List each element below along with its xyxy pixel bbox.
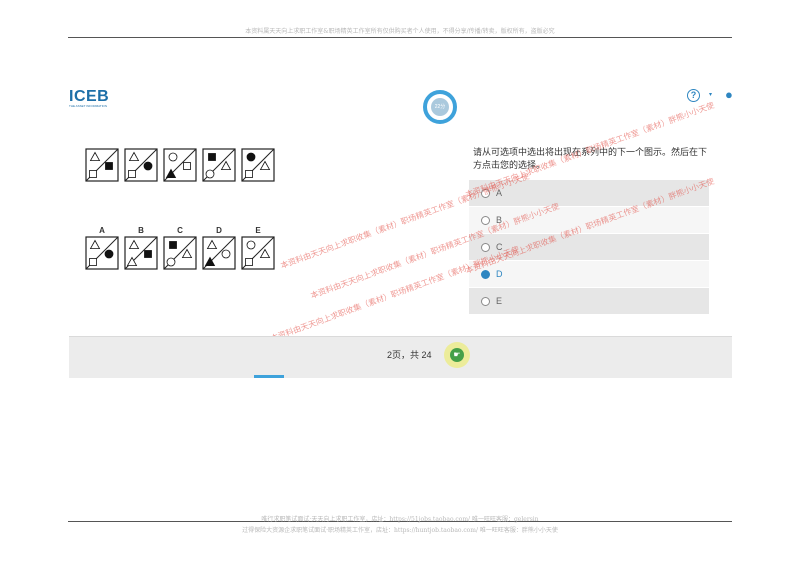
answer-letter: A [99, 226, 105, 235]
timer-ring: 22分 [423, 90, 457, 124]
square-open-shape [89, 258, 97, 266]
square-open-shape [183, 162, 191, 170]
answer-figure[interactable]: B [124, 226, 158, 270]
progress-bar [254, 375, 284, 378]
square-filled-shape [208, 153, 216, 161]
page-indicator: 2页，共 24 [387, 350, 432, 360]
test-screenshot: ICEB THE ASSET INFORMATION 22分 ? ▾ ● ABC… [69, 86, 732, 378]
option-label: D [496, 269, 503, 279]
circle-filled-shape [246, 152, 256, 162]
option-label: E [496, 296, 503, 306]
figure-box [85, 236, 119, 270]
series-row [85, 148, 275, 182]
timer-label: 22分 [431, 98, 449, 116]
header-rule [68, 37, 732, 38]
series-figure [85, 148, 119, 182]
square-open-shape [89, 170, 97, 178]
answer-figure[interactable]: A [85, 226, 119, 270]
circle-open-shape [205, 169, 215, 179]
figure-box [163, 148, 197, 182]
answer-letter: D [216, 226, 222, 235]
figure-box [124, 148, 158, 182]
series-figure [163, 148, 197, 182]
figure-box [85, 148, 119, 182]
series-figure [124, 148, 158, 182]
radio-button[interactable] [481, 242, 490, 252]
square-filled-shape [105, 162, 113, 170]
answer-figure[interactable]: E [241, 226, 275, 270]
figure-box [202, 236, 236, 270]
radio-button[interactable] [481, 296, 490, 306]
user-icon[interactable]: ● [725, 87, 732, 102]
answer-figure[interactable]: C [163, 226, 197, 270]
circle-filled-shape [104, 249, 114, 259]
answer-letter: C [177, 226, 183, 235]
figure-box [202, 148, 236, 182]
option-d[interactable]: D [469, 261, 709, 288]
circle-open-shape [166, 257, 176, 267]
square-open-shape [245, 170, 253, 178]
answer-figure[interactable]: D [202, 226, 236, 270]
square-filled-shape [169, 241, 177, 249]
figure-box [241, 236, 275, 270]
series-figure [241, 148, 275, 182]
answer-letter: B [138, 226, 144, 235]
square-open-shape [245, 258, 253, 266]
circle-open-shape [221, 249, 231, 259]
square-filled-shape [144, 250, 152, 258]
answer-letter: E [255, 226, 261, 235]
figure-box [241, 148, 275, 182]
square-open-shape [128, 170, 136, 178]
hand-cursor-icon: ☛ [453, 350, 461, 359]
document-footer-line2: 过得保险大资源企求职笔试面试·职场精英工作室，店址：https://huntjo… [242, 527, 558, 534]
radio-button[interactable] [481, 215, 490, 225]
figure-box [124, 236, 158, 270]
chevron-down-icon[interactable]: ▾ [709, 91, 712, 98]
series-figure [202, 148, 236, 182]
next-button[interactable]: ☛ [450, 348, 464, 362]
help-icon[interactable]: ? [687, 89, 700, 102]
figure-box [163, 236, 197, 270]
option-e[interactable]: E [469, 288, 709, 315]
circle-filled-shape [143, 161, 153, 171]
document-header: 本资料属天天向上求职工作室&职场精英工作室所有仅供购买者个人使用，不得分享/传播… [245, 28, 555, 35]
logo-subtext: THE ASSET INFORMATION [69, 104, 108, 108]
document-footer-line1: 唯行求职笔试面试·天天向上求职工作室，店址：https://51jobs.tao… [261, 516, 539, 523]
circle-open-shape [168, 152, 178, 162]
circle-open-shape [246, 240, 256, 250]
answer-row: A B C D E [85, 226, 275, 270]
